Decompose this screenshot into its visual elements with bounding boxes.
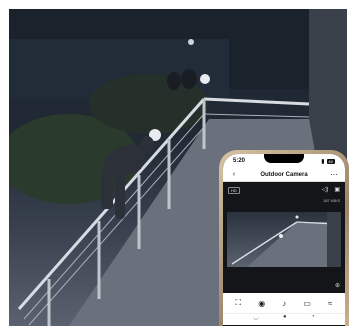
tab-icon-2[interactable]: ● [283,314,287,320]
zoom-in-icon[interactable]: ⊕ [335,282,340,289]
viewer-icons: ◁) ▣ [322,186,340,193]
quality-badge[interactable]: HD [228,187,240,194]
tab-icon-3[interactable]: ◔ [311,314,315,320]
scan-icon[interactable]: ⛶ [236,298,242,308]
phone-notch [264,154,304,163]
camera-snapshot-icon[interactable]: ◉ [258,299,265,308]
smartphone: 5:20 ▮ 60 ‹ Outdoor Camera ⋯ HD ◁) ▣ 187… [219,150,349,326]
more-controls-icon[interactable]: ≈ [328,299,332,308]
secondary-toolbar: ◡ ● ◔ [223,313,345,325]
record-video-icon[interactable]: ▭ [303,299,311,308]
microphone-icon[interactable]: ♪ [282,299,286,308]
speaker-icon[interactable]: ◁) [322,186,329,193]
phone-screen: 5:20 ▮ 60 ‹ Outdoor Camera ⋯ HD ◁) ▣ 187… [223,154,345,326]
fullscreen-icon[interactable]: ▣ [334,186,340,193]
back-arrow-icon[interactable]: ‹ [229,171,239,178]
feed-illustration [231,212,341,267]
control-toolbar: ⛶ ◉ ♪ ▭ ≈ [223,293,345,313]
more-icon[interactable]: ⋯ [329,171,339,179]
battery-icon: 60 [326,158,335,164]
live-view: HD ◁) ▣ 187 KB/S ⊕ [223,182,345,293]
status-indicators: ▮ 60 [321,158,335,165]
tab-icon-1[interactable]: ◡ [253,314,258,321]
nav-bar: ‹ Outdoor Camera ⋯ [223,168,345,182]
camera-feed[interactable] [227,212,341,267]
signal-icon: ▮ [321,158,325,165]
page-title: Outdoor Camera [260,171,308,178]
bitrate-readout: 187 KB/S [323,198,340,203]
status-time: 5:20 [233,158,246,164]
status-bar: 5:20 ▮ 60 [223,154,345,168]
